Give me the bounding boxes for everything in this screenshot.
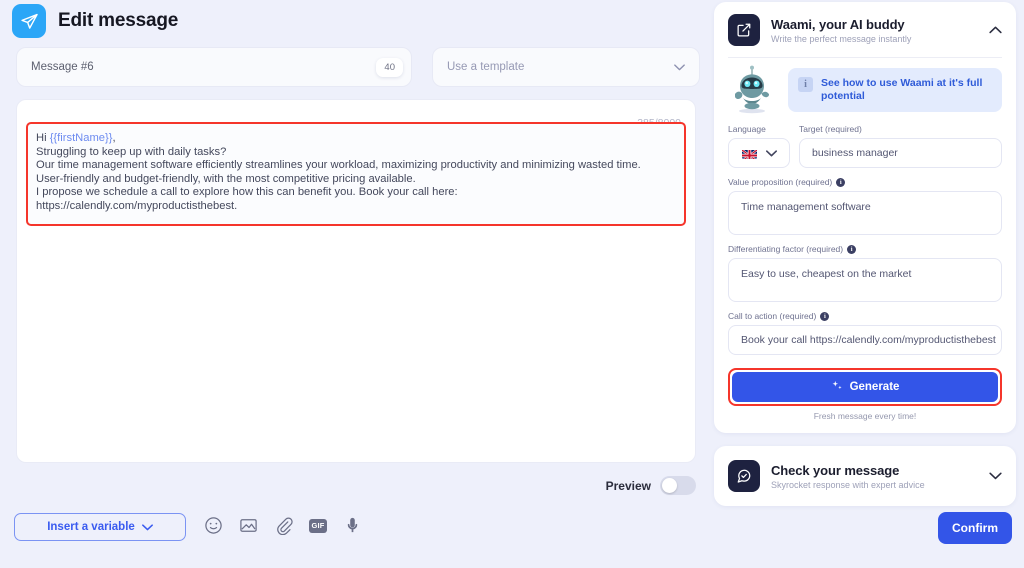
message-body-textarea[interactable]: Hi {{firstName}}, Struggling to keep up … <box>26 122 686 226</box>
waami-tip-text: See how to use Waami at it's full potent… <box>821 77 983 102</box>
message-editor-card[interactable]: 385/8000 Hi {{firstName}}, Struggling to… <box>16 99 696 463</box>
differentiating-factor-group: Differentiating factor (required) i Easy… <box>728 244 1002 302</box>
preview-toggle-row: Preview <box>606 476 696 495</box>
generate-button-highlight: Generate <box>728 368 1002 406</box>
info-icon[interactable]: i <box>847 244 857 254</box>
mascot-tip-row: i See how to use Waami at it's full pote… <box>728 64 1002 116</box>
message-line-text: Hi <box>36 132 50 144</box>
message-line: Hi {{firstName}}, <box>36 132 674 146</box>
target-group: Target (required) business manager <box>799 124 1002 168</box>
language-select[interactable] <box>728 138 790 168</box>
waami-tip-banner[interactable]: i See how to use Waami at it's full pote… <box>788 68 1002 112</box>
differentiating-factor-textarea[interactable]: Easy to use, cheapest on the market <box>728 258 1002 302</box>
chevron-down-icon <box>141 523 153 530</box>
differentiating-factor-label: Differentiating factor (required) i <box>728 244 1002 254</box>
confirm-button[interactable]: Confirm <box>938 512 1012 544</box>
message-line: User-friendly and budget-friendly, with … <box>36 172 416 185</box>
check-message-subtitle: Skyrocket response with expert advice <box>771 479 925 490</box>
check-message-title: Check your message <box>771 462 900 478</box>
insert-variable-button[interactable]: Insert a variable <box>14 513 186 541</box>
target-input[interactable]: business manager <box>799 138 1002 168</box>
call-to-action-label: Call to action (required) i <box>728 311 1002 321</box>
preview-toggle[interactable] <box>660 476 696 495</box>
info-icon[interactable]: i <box>836 177 846 187</box>
generate-label: Generate <box>849 381 900 393</box>
differentiating-factor-label-text: Differentiating factor (required) <box>728 244 844 254</box>
send-plane-icon <box>12 4 46 38</box>
check-message-card[interactable]: Check your message Skyrocket response wi… <box>714 446 1016 506</box>
page-title: Edit message <box>58 10 179 31</box>
call-to-action-label-text: Call to action (required) <box>728 311 817 321</box>
info-icon: i <box>798 77 813 92</box>
language-label: Language <box>728 124 766 134</box>
chevron-down-icon[interactable] <box>989 472 1002 480</box>
chat-check-icon <box>728 460 760 492</box>
template-select[interactable]: Use a template <box>432 47 700 87</box>
generate-button[interactable]: Generate <box>732 372 998 402</box>
waami-title: Waami, your AI buddy <box>771 16 905 32</box>
editor-tool-icons: GIF <box>204 516 362 535</box>
message-name-value: Message #6 <box>31 61 94 73</box>
page-header: Edit message <box>12 4 178 38</box>
microphone-icon[interactable] <box>343 516 362 535</box>
top-fields-row: Message #6 40 Use a template <box>16 47 700 87</box>
insert-variable-label: Insert a variable <box>47 521 135 533</box>
language-group: Language <box>728 124 790 168</box>
message-line: I propose we schedule a call to explore … <box>36 186 458 199</box>
template-placeholder: Use a template <box>447 61 525 73</box>
call-to-action-group: Call to action (required) i Book your ca… <box>728 311 1002 355</box>
uk-flag-icon <box>741 148 757 159</box>
message-line-suffix: , <box>112 132 116 144</box>
emoji-icon[interactable] <box>204 516 223 535</box>
attachment-icon[interactable] <box>274 516 293 535</box>
message-name-input[interactable]: Message #6 40 <box>16 47 412 87</box>
chevron-down-icon <box>765 149 777 156</box>
value-proposition-label: Value proposition (required) i <box>728 177 1002 187</box>
chevron-up-icon[interactable] <box>989 26 1002 34</box>
language-target-row: Language Target (required) business mana… <box>728 124 1002 168</box>
message-name-counter: 40 <box>376 57 403 77</box>
robot-mascot-icon <box>728 64 776 116</box>
waami-subtitle: Write the perfect message instantly <box>771 33 912 44</box>
target-label: Target (required) <box>799 124 862 134</box>
right-panel: Waami, your AI buddy Write the perfect m… <box>714 2 1016 506</box>
value-proposition-group: Value proposition (required) i Time mana… <box>728 177 1002 235</box>
generate-note: Fresh message every time! <box>813 411 917 421</box>
waami-form: i See how to use Waami at it's full pote… <box>714 58 1016 433</box>
preview-label: Preview <box>605 478 651 493</box>
waami-card-header[interactable]: Waami, your AI buddy Write the perfect m… <box>714 2 1016 57</box>
call-to-action-input[interactable]: Book your call https://calendly.com/mypr… <box>728 325 1002 355</box>
value-proposition-textarea[interactable]: Time management software <box>728 191 1002 235</box>
message-line: Our time management software efficiently… <box>36 159 641 172</box>
message-line: Struggling to keep up with daily tasks? <box>36 145 227 158</box>
message-line: https://calendly.com/myproductisthebest. <box>36 199 238 212</box>
gif-icon[interactable]: GIF <box>309 518 327 533</box>
edit-square-icon <box>728 14 760 46</box>
sparkle-icon <box>831 380 843 395</box>
chevron-down-icon <box>674 63 685 70</box>
image-icon[interactable] <box>239 516 258 535</box>
value-proposition-label-text: Value proposition (required) <box>728 177 833 187</box>
waami-card: Waami, your AI buddy Write the perfect m… <box>714 2 1016 433</box>
check-message-header[interactable]: Check your message Skyrocket response wi… <box>714 446 1016 506</box>
toggle-knob <box>662 478 677 493</box>
info-icon[interactable]: i <box>820 311 830 321</box>
variable-token: {{firstName}} <box>49 132 113 144</box>
edit-message-screen: Edit message Message #6 40 Use a templat… <box>0 0 1024 568</box>
